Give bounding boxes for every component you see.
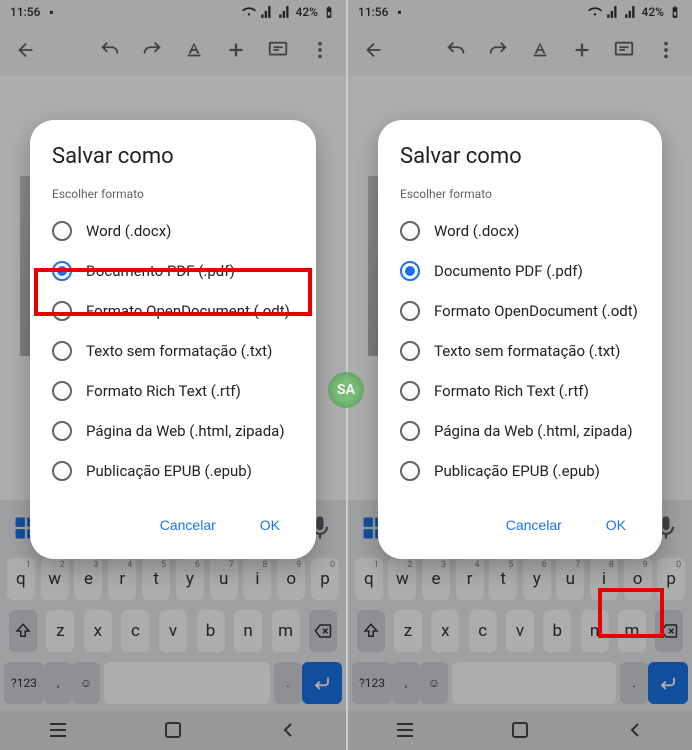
ok-button[interactable]: OK (598, 507, 634, 543)
option-label: Página da Web (.html, zipada) (434, 422, 633, 441)
format-option[interactable]: Publicação EPUB (.epub) (52, 451, 294, 491)
format-options: Word (.docx) Documento PDF (.pdf) Formato … (400, 211, 640, 491)
radio-icon (52, 301, 72, 321)
dialog-actions: Cancelar OK (400, 507, 640, 543)
save-as-dialog: Salvar como Escolher formato Word (.docx… (378, 120, 662, 559)
format-option[interactable]: Word (.docx) (52, 211, 294, 251)
format-option[interactable]: Texto sem formatação (.txt) (52, 331, 294, 371)
radio-icon (400, 421, 420, 441)
dialog-title: Salvar como (52, 144, 294, 169)
radio-icon (400, 221, 420, 241)
option-label: Formato Rich Text (.rtf) (86, 382, 241, 401)
format-option[interactable]: Documento PDF (.pdf) (400, 251, 640, 291)
option-label: Word (.docx) (86, 222, 171, 241)
cancel-button[interactable]: Cancelar (152, 507, 224, 543)
radio-icon (52, 341, 72, 361)
option-label: Página da Web (.html, zipada) (86, 422, 285, 441)
phone-left: 11:56 ▪ 42% (0, 0, 346, 750)
radio-icon (52, 261, 72, 281)
format-option[interactable]: Página da Web (.html, zipada) (400, 411, 640, 451)
radio-icon (52, 421, 72, 441)
format-option[interactable]: Word (.docx) (400, 211, 640, 251)
format-option[interactable]: Formato OpenDocument (.odt) (52, 291, 294, 331)
ok-button[interactable]: OK (252, 507, 288, 543)
option-label: Publicação EPUB (.epub) (86, 462, 252, 481)
option-label: Documento PDF (.pdf) (86, 262, 235, 281)
radio-icon (400, 261, 420, 281)
format-option[interactable]: Formato Rich Text (.rtf) (52, 371, 294, 411)
watermark-icon: SA (328, 372, 364, 408)
format-option[interactable]: Página da Web (.html, zipada) (52, 411, 294, 451)
radio-icon (52, 221, 72, 241)
option-label: Word (.docx) (434, 222, 519, 241)
cancel-button[interactable]: Cancelar (498, 507, 570, 543)
radio-icon (400, 381, 420, 401)
radio-icon (52, 461, 72, 481)
option-label: Formato OpenDocument (.odt) (86, 302, 290, 321)
dialog-subtitle: Escolher formato (52, 187, 294, 201)
dialog-title: Salvar como (400, 144, 640, 169)
phone-right: 11:56 ▪ 42% (346, 0, 692, 750)
option-label: Formato Rich Text (.rtf) (434, 382, 589, 401)
option-label: Texto sem formatação (.txt) (86, 342, 272, 361)
option-label: Publicação EPUB (.epub) (434, 462, 600, 481)
format-option[interactable]: Documento PDF (.pdf) (52, 251, 294, 291)
radio-icon (52, 381, 72, 401)
option-label: Documento PDF (.pdf) (434, 262, 583, 281)
option-label: Formato OpenDocument (.odt) (434, 302, 638, 321)
format-option[interactable]: Publicação EPUB (.epub) (400, 451, 640, 491)
format-option[interactable]: Formato OpenDocument (.odt) (400, 291, 640, 331)
radio-icon (400, 301, 420, 321)
dialog-subtitle: Escolher formato (400, 187, 640, 201)
option-label: Texto sem formatação (.txt) (434, 342, 620, 361)
format-option[interactable]: Texto sem formatação (.txt) (400, 331, 640, 371)
format-option[interactable]: Formato Rich Text (.rtf) (400, 371, 640, 411)
radio-icon (400, 461, 420, 481)
radio-icon (400, 341, 420, 361)
save-as-dialog: Salvar como Escolher formato Word (.docx… (30, 120, 316, 559)
dialog-actions: Cancelar OK (52, 507, 294, 543)
format-options: Word (.docx) Documento PDF (.pdf) Formato … (52, 211, 294, 491)
